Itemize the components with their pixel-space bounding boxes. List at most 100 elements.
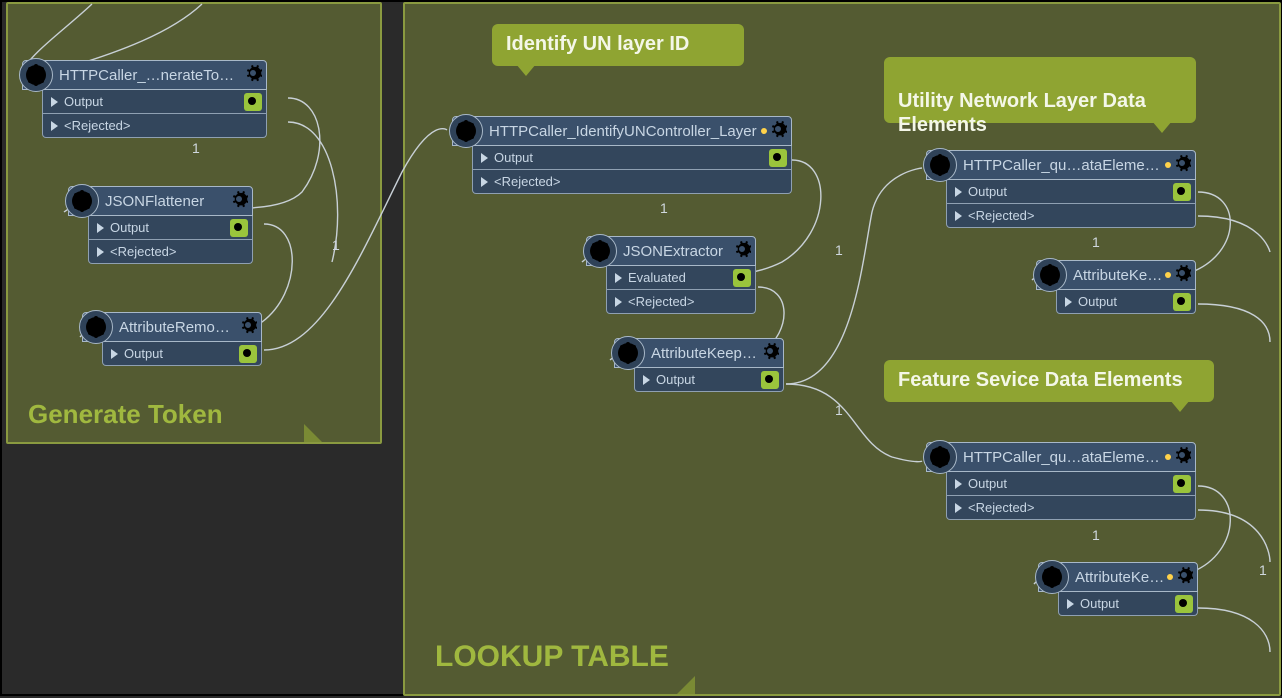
node-header[interactable]: AttributeKeeper: [1036, 260, 1196, 290]
port-label: Output: [968, 184, 1173, 199]
edge-count: 1: [1259, 562, 1267, 578]
inspect-icon[interactable]: [733, 269, 751, 287]
port-rejected[interactable]: <Rejected>: [946, 204, 1196, 228]
node-jsonextractor[interactable]: JSONExtractor Evaluated <Rejected>: [586, 236, 756, 314]
inspect-icon[interactable]: [244, 93, 262, 111]
inspect-icon[interactable]: [1173, 475, 1191, 493]
port-output[interactable]: Output: [472, 146, 792, 170]
edge-count: 1: [192, 140, 200, 156]
web-icon: [449, 114, 483, 148]
run-port-icon: [955, 503, 962, 513]
inspect-icon[interactable]: [230, 219, 248, 237]
status-dot-icon: [1165, 162, 1171, 168]
gear-icon[interactable]: [239, 316, 257, 338]
node-attributekeeper-4[interactable]: AttributeKeeper_4 Output: [614, 338, 784, 392]
port-label: Output: [1078, 294, 1173, 309]
node-httpcaller-generatetoken[interactable]: HTTPCaller_…nerateToken Output <Rejected…: [22, 60, 267, 138]
run-port-icon: [615, 273, 622, 283]
node-header[interactable]: HTTPCaller_…nerateToken: [22, 60, 267, 90]
gear-icon[interactable]: [1173, 264, 1191, 286]
run-port-icon: [97, 247, 104, 257]
port-rejected[interactable]: <Rejected>: [472, 170, 792, 194]
port-label: Evaluated: [628, 270, 733, 285]
edge-count: 1: [1092, 234, 1100, 250]
node-jsonflattener[interactable]: JSONFlattener Output <Rejected>: [68, 186, 253, 264]
node-attributekeeper-5[interactable]: AttributeKeeper_5 Output: [1038, 562, 1198, 616]
node-header[interactable]: HTTPCaller_qu…ataElements_3: [926, 150, 1196, 180]
port-label: Output: [110, 220, 230, 235]
port-output[interactable]: Output: [102, 342, 262, 366]
port-output[interactable]: Output: [1058, 592, 1198, 616]
run-port-icon: [97, 223, 104, 233]
run-port-icon: [955, 479, 962, 489]
port-label: Output: [1080, 596, 1175, 611]
node-httpcaller-querydataelements-2[interactable]: HTTPCaller_qu…ataElements_2 Output <Reje…: [926, 442, 1196, 520]
port-label: <Rejected>: [494, 174, 787, 189]
port-output[interactable]: Output: [946, 472, 1196, 496]
node-title: HTTPCaller_qu…ataElements_3: [963, 157, 1163, 174]
status-dot-icon: [1167, 574, 1173, 580]
web-icon: [611, 336, 645, 370]
node-httpcaller-querydataelements-3[interactable]: HTTPCaller_qu…ataElements_3 Output <Reje…: [926, 150, 1196, 228]
inspect-icon[interactable]: [1175, 595, 1193, 613]
port-label: <Rejected>: [628, 294, 751, 309]
run-port-icon: [481, 153, 488, 163]
run-port-icon: [1065, 297, 1072, 307]
inspect-icon[interactable]: [769, 149, 787, 167]
node-attributeremover[interactable]: AttributeRemover Output: [82, 312, 262, 366]
node-attributekeeper[interactable]: AttributeKeeper Output: [1036, 260, 1196, 314]
port-output[interactable]: Output: [42, 90, 267, 114]
node-title: JSONExtractor: [623, 243, 729, 260]
annotation-un-layer[interactable]: Utility Network Layer Data Elements: [884, 57, 1196, 123]
port-rejected[interactable]: <Rejected>: [946, 496, 1196, 520]
bookmark-label-lookup-table: LOOKUP TABLE: [423, 634, 681, 680]
inspect-icon[interactable]: [1173, 293, 1191, 311]
gear-icon[interactable]: [244, 64, 262, 86]
inspect-icon[interactable]: [239, 345, 257, 363]
node-title: JSONFlattener: [105, 193, 226, 210]
annotation-text: Identify UN layer ID: [506, 33, 689, 55]
node-httpcaller-identifyuncontroller-layer[interactable]: HTTPCaller_IdentifyUNController_Layer Ou…: [452, 116, 792, 194]
run-port-icon: [111, 349, 118, 359]
web-icon: [1033, 258, 1067, 292]
gear-icon[interactable]: [769, 120, 787, 142]
gear-icon[interactable]: [1175, 566, 1193, 588]
node-title: AttributeKeeper_4: [651, 345, 757, 362]
web-icon: [1035, 560, 1069, 594]
gear-icon[interactable]: [761, 342, 779, 364]
port-label: Output: [968, 476, 1173, 491]
run-port-icon: [51, 97, 58, 107]
port-rejected[interactable]: <Rejected>: [88, 240, 253, 264]
gear-icon[interactable]: [1173, 446, 1191, 468]
node-header[interactable]: AttributeKeeper_5: [1038, 562, 1198, 592]
gear-icon[interactable]: [1173, 154, 1191, 176]
web-icon: [923, 148, 957, 182]
web-icon: [583, 234, 617, 268]
run-port-icon: [615, 297, 622, 307]
node-header[interactable]: JSONFlattener: [68, 186, 253, 216]
inspect-icon[interactable]: [761, 371, 779, 389]
node-header[interactable]: HTTPCaller_qu…ataElements_2: [926, 442, 1196, 472]
node-header[interactable]: AttributeKeeper_4: [614, 338, 784, 368]
node-header[interactable]: AttributeRemover: [82, 312, 262, 342]
edge-count: 1: [332, 237, 340, 253]
node-header[interactable]: HTTPCaller_IdentifyUNController_Layer: [452, 116, 792, 146]
bookmark-label-generate-token: Generate Token: [16, 393, 235, 436]
node-header[interactable]: JSONExtractor: [586, 236, 756, 266]
annotation-feature-svc[interactable]: Feature Sevice Data Elements: [884, 360, 1214, 402]
annotation-identify-un[interactable]: Identify UN layer ID: [492, 24, 744, 66]
port-output[interactable]: Output: [1056, 290, 1196, 314]
run-port-icon: [481, 177, 488, 187]
gear-icon[interactable]: [230, 190, 248, 212]
web-icon: [923, 440, 957, 474]
status-dot-icon: [1165, 454, 1171, 460]
port-output[interactable]: Output: [634, 368, 784, 392]
port-evaluated[interactable]: Evaluated: [606, 266, 756, 290]
port-rejected[interactable]: <Rejected>: [42, 114, 267, 138]
port-label: <Rejected>: [64, 118, 262, 133]
port-output[interactable]: Output: [946, 180, 1196, 204]
port-rejected[interactable]: <Rejected>: [606, 290, 756, 314]
inspect-icon[interactable]: [1173, 183, 1191, 201]
port-output[interactable]: Output: [88, 216, 253, 240]
gear-icon[interactable]: [733, 240, 751, 262]
